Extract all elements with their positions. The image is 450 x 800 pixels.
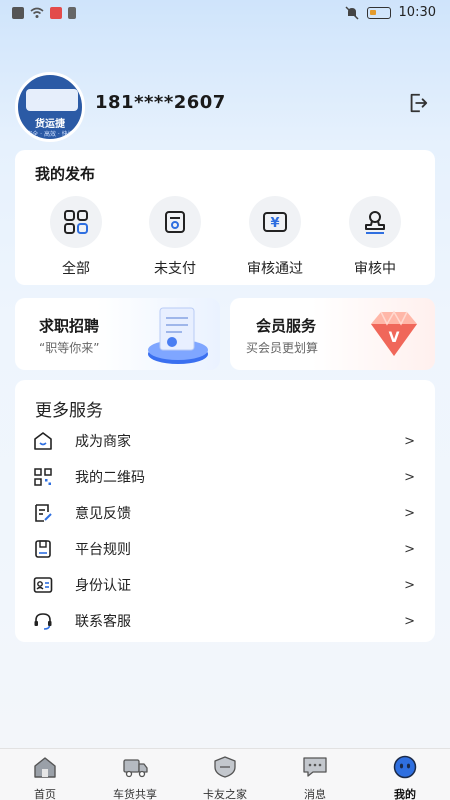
my-publish-card: 我的发布 全部 未支付 ¥ 审核通过 审核中 xyxy=(15,150,435,285)
sim-icon xyxy=(12,7,24,19)
tab-mine-label: 我的 xyxy=(394,788,416,800)
wallet-icon xyxy=(165,211,185,233)
feedback-label: 意见反馈 xyxy=(75,506,131,522)
avatar-brand: 货运捷 xyxy=(35,119,65,130)
my-qrcode-label: 我的二维码 xyxy=(75,470,145,486)
publish-all-label: 全部 xyxy=(62,261,90,277)
avatar-slogan: 安全 · 高效 · 快捷 xyxy=(26,131,74,138)
rules-book-icon xyxy=(35,540,51,558)
tab-trucker-home[interactable]: 卡友之家 xyxy=(180,755,270,800)
publish-unpaid-button[interactable]: 未支付 xyxy=(135,196,215,278)
tab-home-label: 首页 xyxy=(34,788,56,800)
truck-icon xyxy=(123,759,148,778)
stamp-icon xyxy=(365,211,385,234)
list-item-feedback[interactable]: 意见反馈 > xyxy=(15,495,435,531)
yen-icon: ¥ xyxy=(263,212,287,232)
tab-cargo-share-label: 车货共享 xyxy=(113,788,157,800)
logout-icon[interactable] xyxy=(407,92,429,114)
mute-icon xyxy=(345,5,359,20)
tab-home[interactable]: 首页 xyxy=(0,755,90,800)
tab-cargo-share[interactable]: 车货共享 xyxy=(90,755,180,800)
list-item-identity-verification[interactable]: 身份认证 > xyxy=(15,567,435,603)
resume-clipboard-icon xyxy=(148,307,208,364)
chevron-right-icon: > xyxy=(404,469,415,485)
feedback-icon xyxy=(35,504,52,522)
user-face-icon xyxy=(393,755,417,779)
status-right: 10:30 xyxy=(345,5,436,20)
list-item-platform-rules[interactable]: 平台规则 > xyxy=(15,531,435,567)
svg-text:¥: ¥ xyxy=(270,216,279,231)
message-icon xyxy=(303,757,327,777)
store-icon xyxy=(34,432,52,450)
vip-service-card[interactable]: 会员服务 买会员更划算 V xyxy=(230,298,435,370)
identity-verification-label: 身份认证 xyxy=(75,578,131,594)
chevron-right-icon: > xyxy=(404,433,415,449)
contact-service-label: 联系客服 xyxy=(75,614,131,630)
more-services-card: 更多服务 成为商家 > 我的二维码 > 意见反馈 > 平台规则 > 身份认证 >… xyxy=(15,380,435,642)
tab-messages[interactable]: 消息 xyxy=(270,755,360,800)
job-recruit-card[interactable]: 求职招聘 “职等你来” xyxy=(15,298,220,370)
qrcode-icon xyxy=(34,468,52,486)
become-merchant-label: 成为商家 xyxy=(75,434,131,450)
vip-service-title: 会员服务 xyxy=(256,317,317,335)
battery-icon xyxy=(366,6,391,19)
chevron-right-icon: > xyxy=(404,541,415,557)
chevron-right-icon: > xyxy=(404,613,415,629)
avatar[interactable]: 货运捷 安全 · 高效 · 快捷 xyxy=(15,72,85,142)
trucker-shield-icon xyxy=(214,756,236,778)
vip-service-subtitle: 买会员更划算 xyxy=(246,341,319,355)
home-icon xyxy=(34,757,56,778)
list-item-contact-service[interactable]: 联系客服 > xyxy=(15,603,435,639)
publish-reviewing-label: 审核中 xyxy=(354,261,396,277)
status-time: 10:30 xyxy=(398,5,436,20)
vip-diamond-icon: V xyxy=(371,310,417,356)
job-recruit-title: 求职招聘 xyxy=(39,317,100,335)
chevron-right-icon: > xyxy=(404,505,415,521)
publish-all-button[interactable]: 全部 xyxy=(36,196,116,278)
tab-trucker-home-label: 卡友之家 xyxy=(203,788,247,800)
battery-saver-icon xyxy=(68,7,76,19)
notification-red-icon xyxy=(50,7,62,19)
more-services-title: 更多服务 xyxy=(35,401,103,421)
headset-icon xyxy=(34,613,52,630)
chevron-right-icon: > xyxy=(404,577,415,593)
publish-approved-button[interactable]: ¥ 审核通过 xyxy=(235,196,315,278)
grid-icon xyxy=(64,210,88,234)
tab-mine[interactable]: 我的 xyxy=(360,755,450,800)
wifi-icon xyxy=(30,7,44,18)
status-left-icons xyxy=(12,7,76,19)
job-recruit-subtitle: “职等你来” xyxy=(39,341,100,355)
list-item-become-merchant[interactable]: 成为商家 > xyxy=(15,423,435,459)
publish-unpaid-label: 未支付 xyxy=(154,261,196,277)
my-publish-title: 我的发布 xyxy=(35,165,96,183)
publish-reviewing-button[interactable]: 审核中 xyxy=(335,196,415,278)
profile-header: 货运捷 安全 · 高效 · 快捷 181****2607 xyxy=(15,72,435,142)
svg-text:V: V xyxy=(389,330,400,346)
phone-number: 181****2607 xyxy=(95,92,226,113)
status-bar: 10:30 xyxy=(0,0,450,28)
list-item-my-qrcode[interactable]: 我的二维码 > xyxy=(15,459,435,495)
id-card-icon xyxy=(33,577,53,593)
truck-icon xyxy=(26,89,78,111)
publish-approved-label: 审核通过 xyxy=(247,261,303,277)
bottom-tab-bar: 首页 车货共享 卡友之家 消息 我的 xyxy=(0,748,450,800)
tab-messages-label: 消息 xyxy=(304,788,326,800)
platform-rules-label: 平台规则 xyxy=(75,542,131,558)
